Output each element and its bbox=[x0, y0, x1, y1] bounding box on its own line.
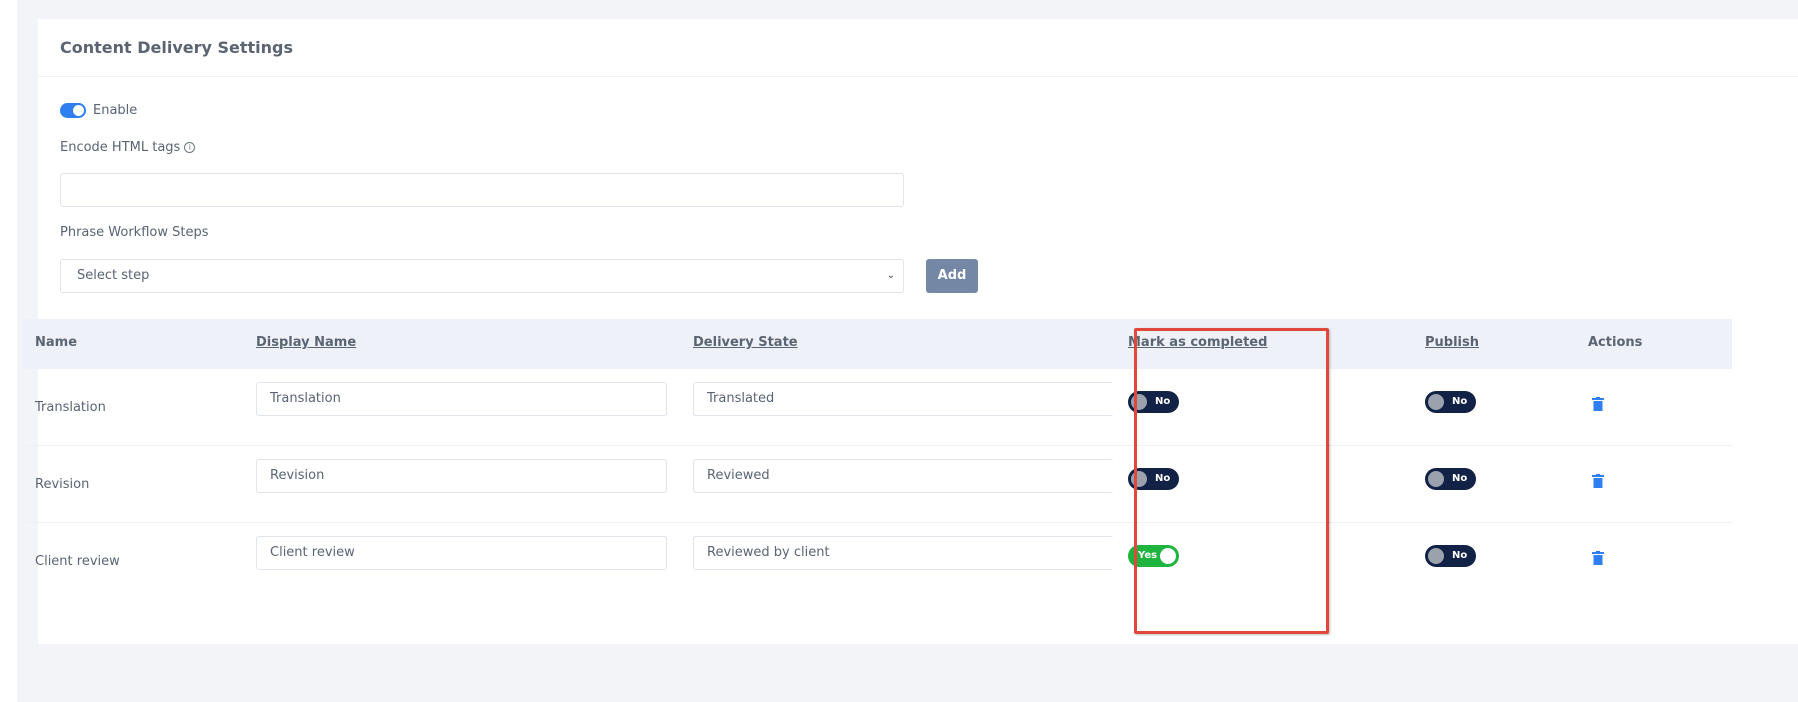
workflow-step-select-value: Select step bbox=[77, 268, 150, 283]
display-name-input[interactable]: Translation bbox=[256, 382, 667, 416]
header-publish[interactable]: Publish bbox=[1425, 335, 1479, 350]
toggle-knob bbox=[1131, 471, 1147, 487]
header-name: Name bbox=[35, 335, 78, 350]
toggle-knob bbox=[1428, 471, 1444, 487]
enable-label: Enable bbox=[93, 103, 138, 118]
enable-toggle[interactable] bbox=[60, 103, 86, 118]
toggle-knob bbox=[1160, 548, 1176, 564]
row-name: Client review bbox=[35, 554, 120, 569]
mark-completed-toggle[interactable]: Yes bbox=[1128, 545, 1179, 567]
delivery-state-input[interactable]: Reviewed by client bbox=[693, 536, 1113, 570]
encode-html-label: Encode HTML tags i bbox=[60, 140, 196, 155]
row-name: Translation bbox=[35, 400, 106, 415]
table-row: Client review Client review Reviewed by … bbox=[22, 523, 1732, 600]
publish-toggle[interactable]: No bbox=[1425, 545, 1476, 567]
delivery-state-input[interactable]: Translated bbox=[693, 382, 1113, 416]
display-name-input[interactable]: Revision bbox=[256, 459, 667, 493]
trash-icon[interactable] bbox=[1592, 474, 1604, 488]
add-step-button[interactable]: Add bbox=[926, 259, 978, 293]
header-display-name[interactable]: Display Name bbox=[256, 335, 356, 350]
workflow-step-select[interactable]: Select step ⌄ bbox=[60, 259, 904, 293]
publish-toggle[interactable]: No bbox=[1425, 468, 1476, 490]
toggle-label: No bbox=[1155, 396, 1171, 407]
left-strip bbox=[0, 0, 17, 702]
enable-row: Enable bbox=[60, 103, 137, 118]
encode-html-label-text: Encode HTML tags bbox=[60, 140, 181, 155]
workflow-steps-table: Name Display Name Delivery State Mark as… bbox=[22, 319, 1732, 600]
chevron-down-icon: ⌄ bbox=[886, 270, 895, 281]
trash-icon[interactable] bbox=[1592, 551, 1604, 565]
mark-completed-toggle[interactable]: No bbox=[1128, 391, 1179, 413]
toggle-knob bbox=[1428, 548, 1444, 564]
toggle-label: No bbox=[1452, 473, 1468, 484]
header-mark-completed[interactable]: Mark as completed bbox=[1128, 335, 1267, 350]
card-header: Content Delivery Settings bbox=[38, 19, 1798, 77]
toggle-label: No bbox=[1452, 550, 1468, 561]
table-row: Translation Translation Translated No No bbox=[22, 369, 1732, 446]
publish-toggle[interactable]: No bbox=[1425, 391, 1476, 413]
row-name: Revision bbox=[35, 477, 90, 492]
card-title: Content Delivery Settings bbox=[60, 38, 294, 57]
toggle-label: No bbox=[1452, 396, 1468, 407]
info-icon[interactable]: i bbox=[184, 142, 196, 153]
encode-html-input[interactable] bbox=[60, 173, 904, 207]
header-delivery-state[interactable]: Delivery State bbox=[693, 335, 798, 350]
toggle-knob bbox=[1428, 394, 1444, 410]
display-name-input[interactable]: Client review bbox=[256, 536, 667, 570]
workflow-steps-label: Phrase Workflow Steps bbox=[60, 225, 209, 240]
table-header: Name Display Name Delivery State Mark as… bbox=[22, 319, 1732, 369]
toggle-label: Yes bbox=[1138, 550, 1158, 561]
toggle-label: No bbox=[1155, 473, 1171, 484]
header-actions: Actions bbox=[1588, 335, 1643, 350]
mark-completed-toggle[interactable]: No bbox=[1128, 468, 1179, 490]
table-row: Revision Revision Reviewed No No bbox=[22, 446, 1732, 523]
trash-icon[interactable] bbox=[1592, 397, 1604, 411]
toggle-knob bbox=[1131, 394, 1147, 410]
delivery-state-input[interactable]: Reviewed bbox=[693, 459, 1113, 493]
